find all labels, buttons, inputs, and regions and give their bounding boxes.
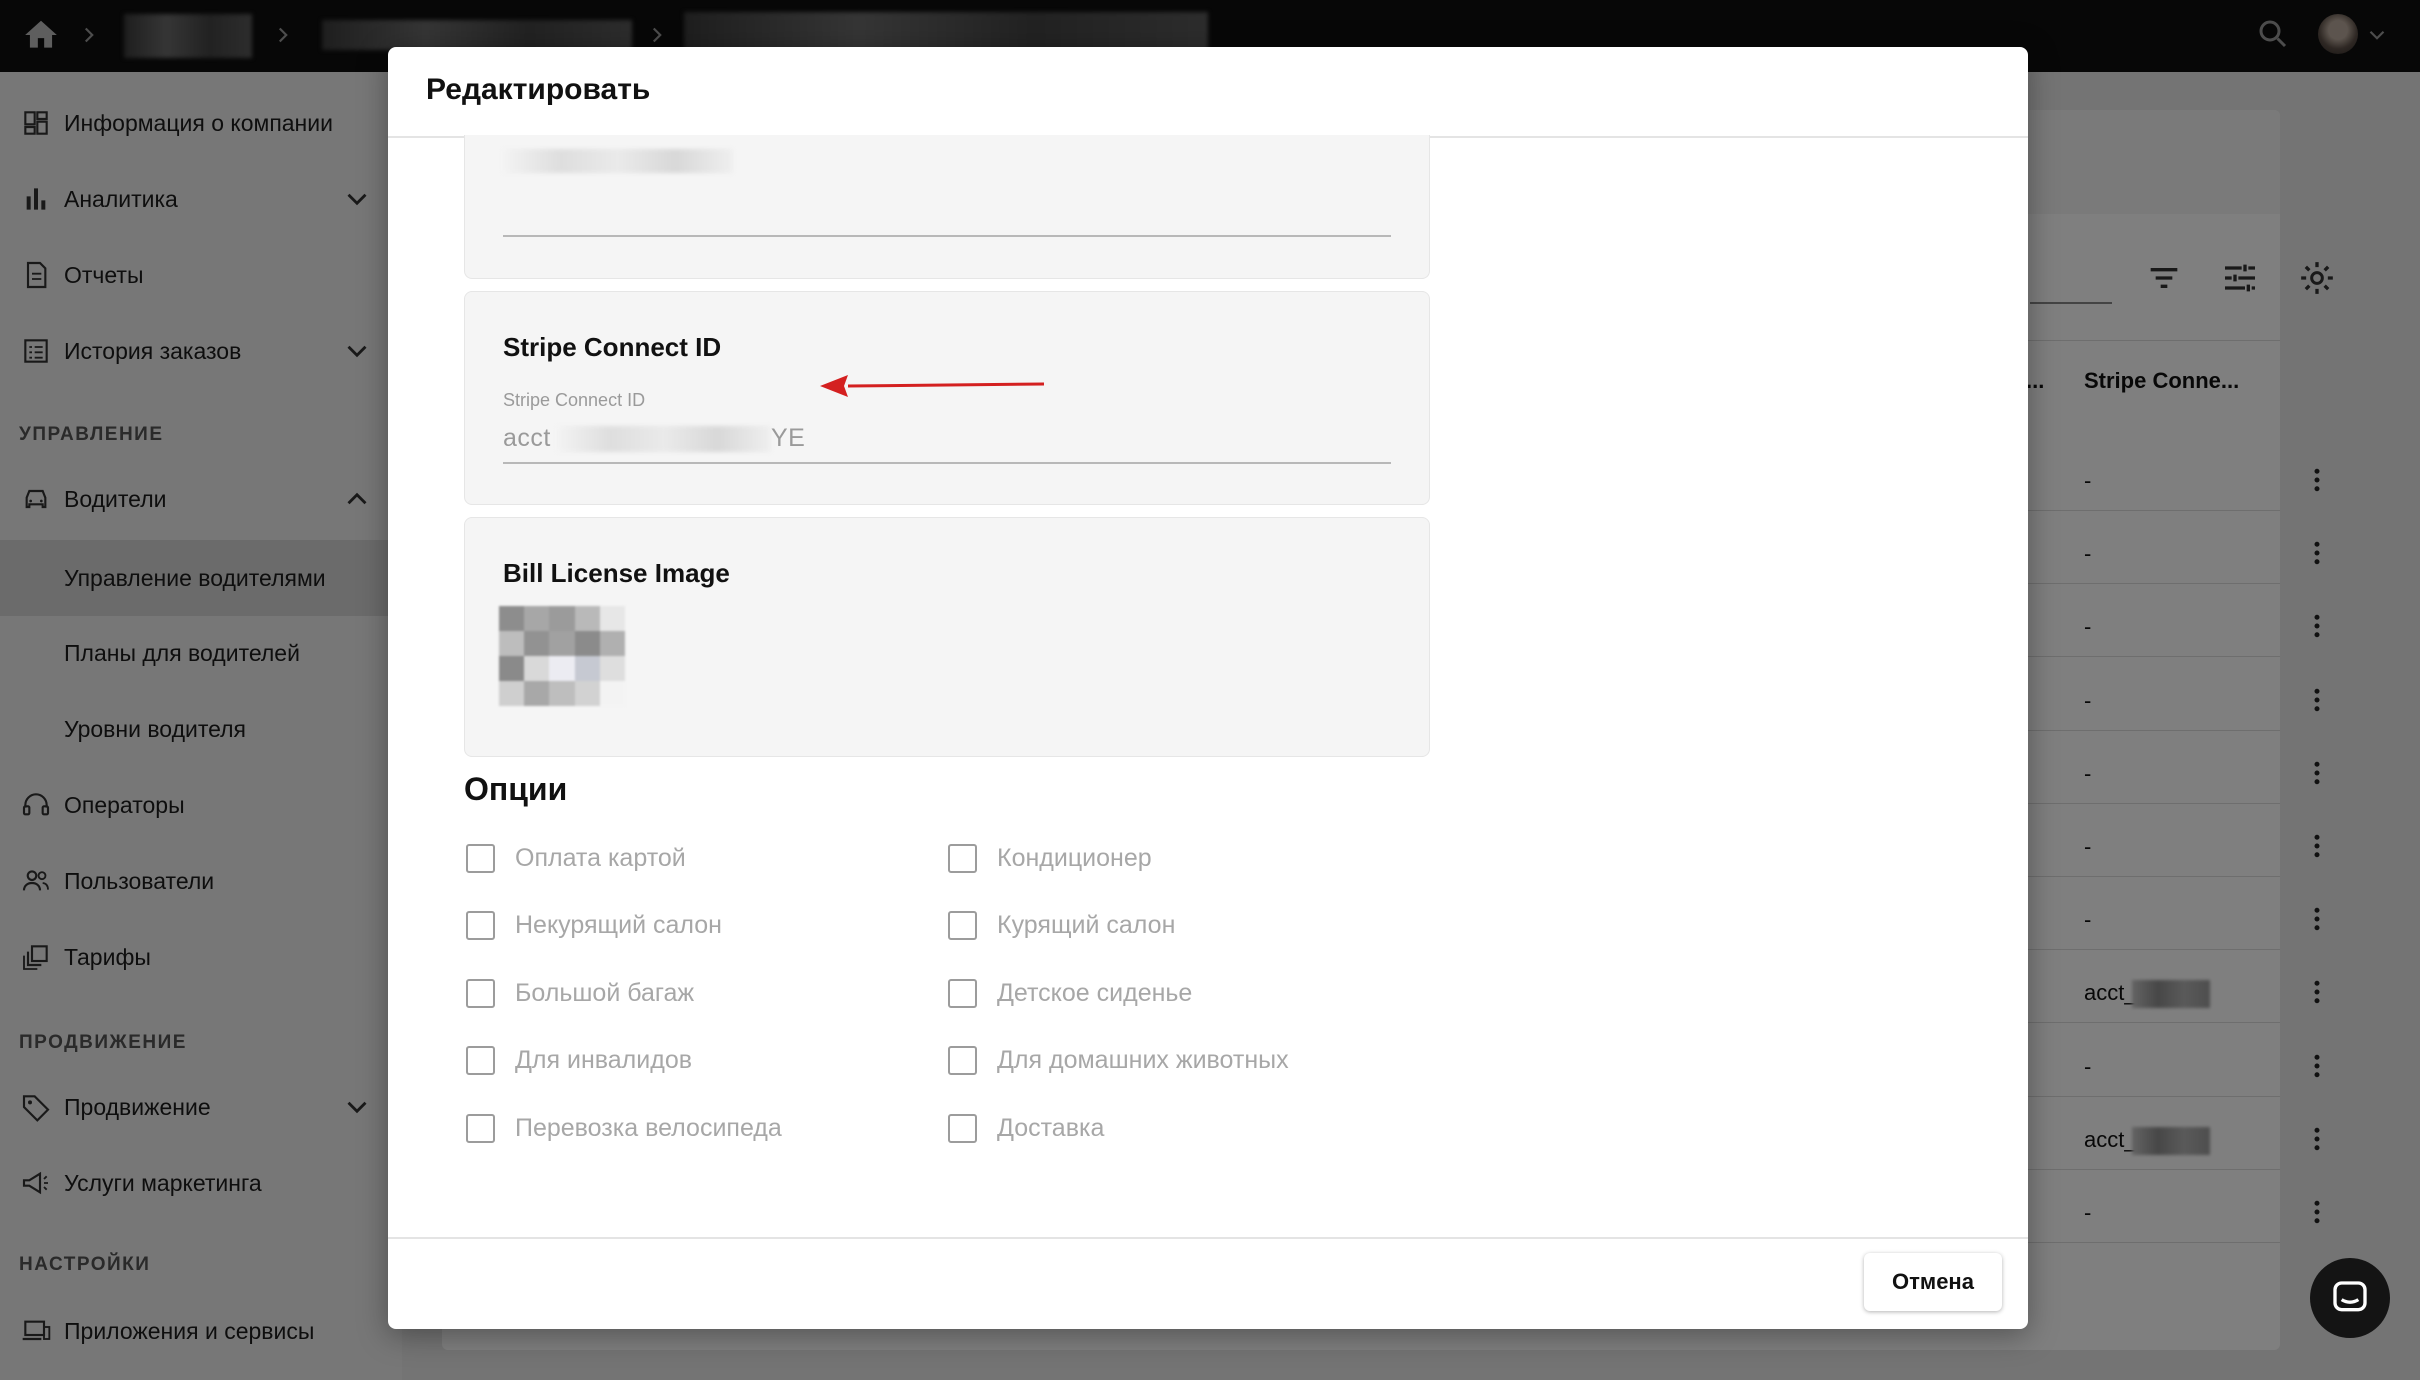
checkbox[interactable] [466,978,495,1008]
option-checkbox[interactable]: Перевозка велосипеда [466,1112,782,1144]
checkbox[interactable] [948,843,977,873]
option-label: Курящий салон [997,911,1176,939]
cancel-button[interactable]: Отмена [1864,1253,2002,1311]
checkbox[interactable] [948,978,977,1008]
dialog-footer-divider [388,1237,2028,1239]
option-label: Для инвалидов [515,1046,693,1074]
previous-field-card [464,135,1430,279]
option-checkbox[interactable]: Для инвалидов [466,1045,692,1077]
redacted-value [557,426,771,452]
option-label: Большой багаж [515,978,695,1007]
option-label: Доставка [997,1113,1105,1142]
value-prefix: acct [503,424,551,452]
checkbox[interactable] [948,1113,977,1143]
option-checkbox[interactable]: Некурящий салон [466,910,722,942]
checkbox[interactable] [948,911,977,940]
option-checkbox[interactable]: Для домашних животных [948,1045,1289,1077]
checkbox[interactable] [466,911,495,940]
option-checkbox[interactable]: Оплата картой [466,842,686,874]
annotation-arrow-icon [820,375,1045,397]
option-label: Для домашних животных [997,1046,1289,1074]
checkbox[interactable] [466,843,495,873]
option-checkbox[interactable]: Большой багаж [466,977,694,1009]
stripe-connect-id-input[interactable]: acct YE [503,424,1391,456]
field-underline [503,462,1391,464]
option-checkbox[interactable]: Кондиционер [948,842,1152,874]
dialog-title: Редактировать [426,73,651,106]
card-title: Bill License Image [503,558,730,588]
field-underline [503,235,1391,237]
options-heading: Опции [464,771,568,807]
chat-launcher-button[interactable] [2310,1258,2390,1338]
checkbox[interactable] [466,1113,495,1143]
license-image-thumbnail[interactable] [499,606,625,706]
option-label: Детское сиденье [997,978,1193,1007]
option-label: Оплата картой [515,843,686,872]
option-checkbox[interactable]: Курящий салон [948,910,1175,942]
field-label: Stripe Connect ID [503,390,646,410]
chat-icon [2333,1281,2367,1312]
option-label: Некурящий салон [515,911,722,939]
option-label: Перевозка велосипеда [515,1113,782,1142]
option-checkbox[interactable]: Детское сиденье [948,977,1192,1009]
option-label: Кондиционер [997,843,1152,872]
redacted-value [503,149,733,173]
checkbox[interactable] [948,1046,977,1075]
license-image-card: Bill License Image [464,517,1430,757]
value-suffix: YE [771,424,806,452]
card-title: Stripe Connect ID [503,332,722,362]
checkbox[interactable] [466,1046,495,1075]
option-checkbox[interactable]: Доставка [948,1112,1104,1144]
edit-dialog: Редактировать Stripe Connect ID Stripe C… [388,47,2028,1329]
